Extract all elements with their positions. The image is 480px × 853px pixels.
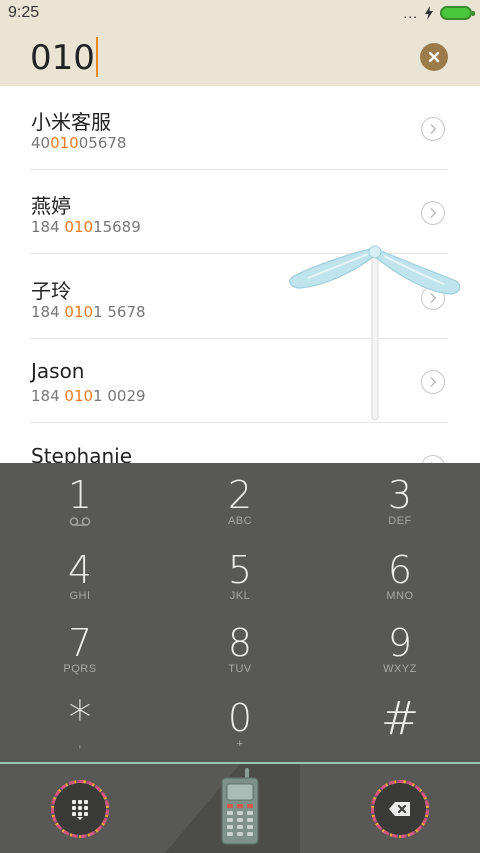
row-divider [30,253,448,254]
status-bar: 9:25 ... [0,0,480,28]
dial-key-7[interactable]: 7 PQRS [0,611,160,686]
key-letters: TUV [228,663,252,675]
key-letters: GHI [69,590,91,602]
dialed-number-text: 010 [30,38,95,78]
search-header: 010 [0,28,480,86]
key-letters: , [78,738,82,750]
number-match-highlight: 010 [50,134,79,152]
contact-name: 小米客服 [31,110,111,134]
bottom-action-bar [0,764,480,853]
contact-list[interactable]: 小米客服 4001005678 燕婷 184 01015689 子玲 184 0… [0,86,480,463]
battery-icon [440,6,475,20]
key-digit: 1 [67,473,93,517]
key-letters: PQRS [63,663,97,675]
contact-name: Jason [31,359,85,383]
key-digit: 4 [67,548,93,592]
chevron-right-icon [430,376,437,388]
contact-row[interactable]: Stephanie [0,424,480,463]
dialpad: 1 2 ABC 3 DEF 4 GHI 5 JKL 6 MNO 7 PQRS 8… [0,463,480,763]
chevron-right-icon [430,207,437,219]
row-divider [30,422,448,423]
key-letters: MNO [386,590,414,602]
key-letters: DEF [388,515,412,527]
dialpad-grid-icon [72,800,88,820]
toggle-dialpad-button[interactable] [51,780,109,838]
dial-key-3[interactable]: 3 DEF [320,463,480,538]
dial-key-9[interactable]: 9 WXYZ [320,611,480,686]
backspace-icon [389,802,410,816]
contact-number: 184 01015689 [31,218,141,236]
number-match-highlight: 010 [64,303,94,321]
key-digit: 9 [387,621,413,665]
dial-key-0[interactable]: 0 + [160,686,320,761]
contact-details-button[interactable] [421,201,445,225]
number-match-highlight: 010 [64,218,94,236]
dial-key-2[interactable]: 2 ABC [160,463,320,538]
key-digit: 7 [67,621,93,665]
contact-row[interactable]: 子玲 184 0101 5678 [0,255,480,339]
dial-key-4[interactable]: 4 GHI [0,538,160,613]
chevron-right-icon [430,292,437,304]
key-letters: WXYZ [383,663,417,675]
key-digit: 5 [227,548,253,592]
signal-dots-icon: ... [403,5,418,21]
key-digit: * [68,691,92,745]
status-icons: ... [403,5,475,21]
status-time: 9:25 [8,4,40,21]
contact-details-button[interactable] [421,117,445,141]
contact-row[interactable]: Jason 184 0101 0029 [0,339,480,423]
dialed-number-input[interactable]: 010 [30,36,98,80]
dial-key-6[interactable]: 6 MNO [320,538,480,613]
dial-key-hash[interactable]: # [320,686,480,761]
key-digit: 6 [387,548,413,592]
backspace-button[interactable] [371,780,429,838]
key-letters: JKL [229,590,251,602]
contact-number: 184 0101 0029 [31,387,146,405]
key-digit: 3 [387,473,413,517]
dial-key-1[interactable]: 1 [0,463,160,538]
key-letters: + [236,738,244,750]
contact-details-button[interactable] [421,455,445,463]
voicemail-icon [69,517,91,526]
dial-key-star[interactable]: * , [0,686,160,761]
number-match-highlight: 010 [64,387,94,405]
contact-name: 子玲 [31,279,71,303]
text-caret [95,36,98,77]
contact-name: Stephanie [31,444,133,463]
clear-icon [428,51,440,63]
chevron-right-icon [430,123,437,135]
key-digit: 2 [227,473,253,517]
key-letters: ABC [227,515,253,527]
key-digit: # [380,691,420,745]
contact-row[interactable]: 燕婷 184 01015689 [0,170,480,254]
contact-row[interactable]: 小米客服 4001005678 [0,86,480,170]
key-digit: 0 [227,696,253,740]
contact-number: 4001005678 [31,134,127,152]
contact-details-button[interactable] [421,370,445,394]
contact-details-button[interactable] [421,286,445,310]
dial-key-5[interactable]: 5 JKL [160,538,320,613]
key-letters [0,515,160,532]
charging-bolt-icon [425,6,433,20]
key-digit: 8 [227,621,253,665]
dial-key-8[interactable]: 8 TUV [160,611,320,686]
clear-button[interactable] [420,43,448,71]
contact-name: 燕婷 [31,194,71,218]
phone-handset-icon[interactable] [219,768,261,846]
contact-number: 184 0101 5678 [31,303,146,321]
